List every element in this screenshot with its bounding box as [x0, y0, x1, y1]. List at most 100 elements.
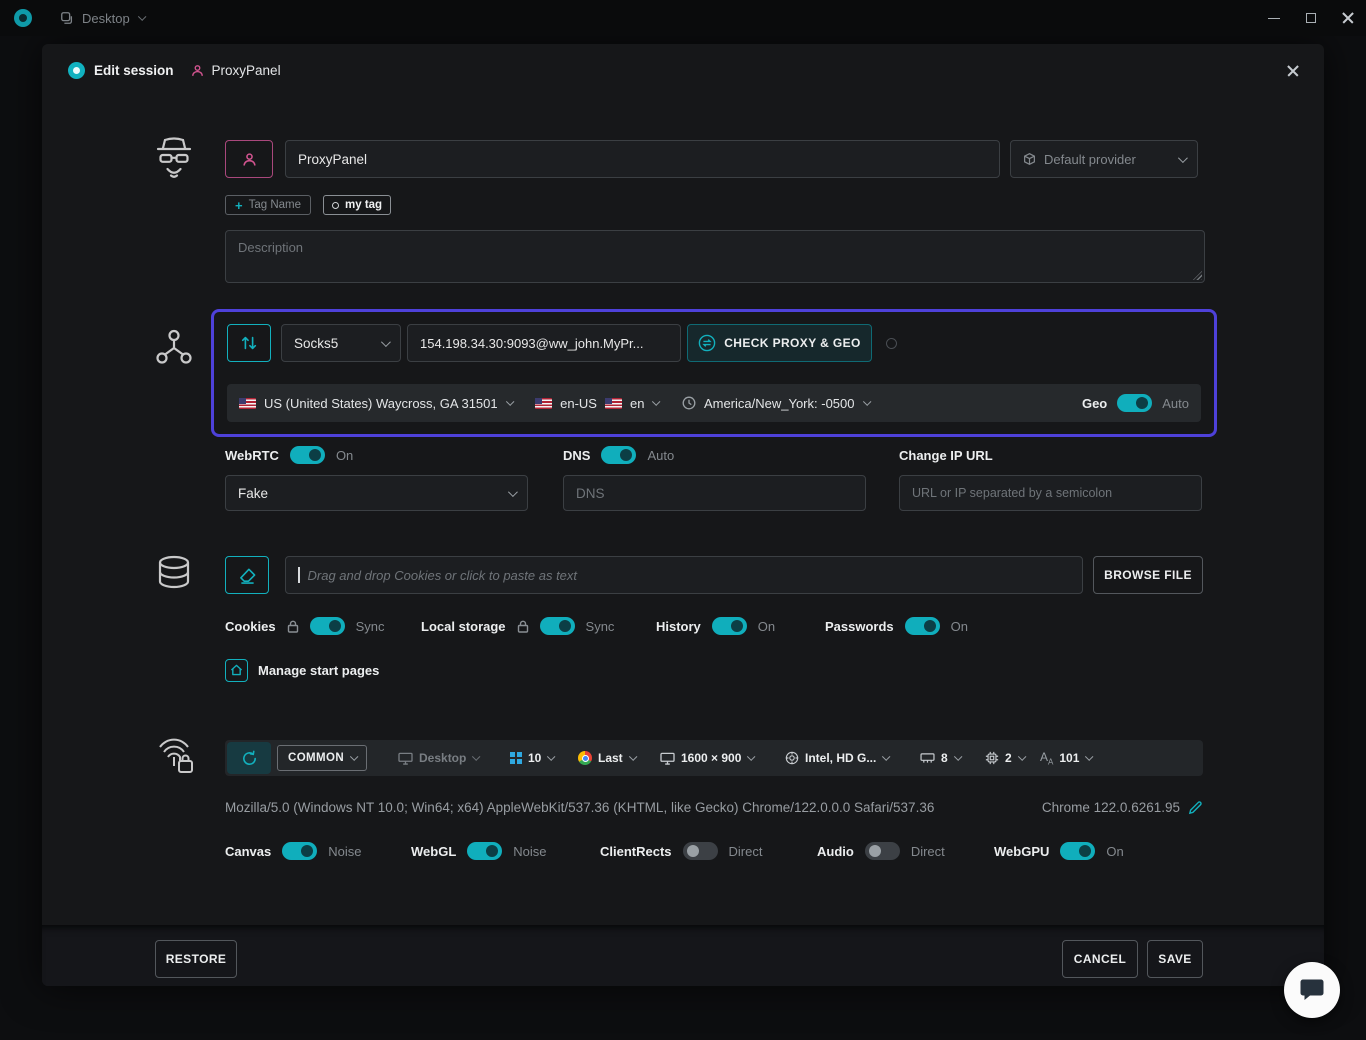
maximize-button[interactable] — [1292, 0, 1329, 36]
lock-icon — [517, 620, 529, 633]
description-field-wrap — [225, 230, 1205, 283]
proxy-network-icon — [154, 328, 194, 371]
canvas-toggle[interactable] — [282, 842, 317, 860]
home-icon — [225, 659, 248, 682]
webrtc-toggle[interactable] — [290, 446, 325, 464]
passwords-label: Passwords — [825, 619, 894, 634]
close-window-button[interactable] — [1329, 0, 1366, 36]
chevron-down-icon — [350, 753, 358, 761]
cancel-button[interactable]: CANCEL — [1062, 940, 1138, 978]
platform-select[interactable]: Desktop — [398, 740, 478, 776]
language-primary-value[interactable]: en-US — [560, 396, 597, 411]
history-toggle[interactable] — [712, 617, 747, 635]
clientrects-label: ClientRects — [600, 844, 672, 859]
browser-build-text: Chrome 122.0.6261.95 — [1042, 800, 1180, 815]
geo-mode: Auto — [1162, 396, 1189, 411]
proxy-type-select[interactable]: Socks5 — [281, 324, 401, 362]
plus-icon: + — [235, 198, 243, 213]
os-version-select[interactable]: 10 — [510, 740, 553, 776]
geo-toggle[interactable] — [1117, 394, 1152, 412]
local-storage-sync-toggle[interactable] — [540, 617, 575, 635]
cookies-state: Sync — [356, 619, 385, 634]
provider-select[interactable]: Default provider — [1010, 140, 1198, 178]
person-icon — [241, 151, 258, 168]
webrtc-mode-select[interactable]: Fake — [225, 475, 528, 511]
manage-start-pages-button[interactable]: Manage start pages — [225, 657, 379, 683]
close-dialog-button[interactable] — [1280, 58, 1306, 84]
screen-resolution-select[interactable]: 1600 × 900 — [660, 740, 753, 776]
ram-value: 8 — [941, 751, 948, 765]
webgpu-state: On — [1106, 844, 1123, 859]
fingerprint-preset-select[interactable]: COMMON — [277, 745, 367, 771]
screen-resolution-value: 1600 × 900 — [681, 751, 741, 765]
dialog-footer: RESTORE CANCEL SAVE — [42, 925, 1324, 986]
support-chat-button[interactable] — [1284, 962, 1340, 1018]
browse-file-button[interactable]: BROWSE FILE — [1093, 556, 1203, 594]
provider-select-value: Default provider — [1044, 152, 1170, 167]
audio-toggle[interactable] — [865, 842, 900, 860]
cookies-drop-field[interactable]: Drag and drop Cookies or click to paste … — [285, 556, 1083, 594]
timezone-select[interactable]: America/New_York: -0500 — [704, 396, 855, 411]
chevron-down-icon — [508, 487, 518, 497]
preset-value: COMMON — [288, 752, 344, 764]
chevron-down-icon — [138, 13, 146, 21]
browser-version-select[interactable]: Last — [578, 740, 634, 776]
webrtc-mode-value: Fake — [238, 486, 500, 501]
font-icon: AA — [1040, 750, 1053, 766]
save-button[interactable]: SAVE — [1147, 940, 1203, 978]
app-logo-icon — [68, 62, 85, 79]
webgl-label: WebGL — [411, 844, 456, 859]
chevron-down-icon — [954, 753, 962, 761]
dns-state: Auto — [647, 448, 674, 463]
chevron-down-icon — [748, 753, 756, 761]
clientrects-toggle[interactable] — [683, 842, 718, 860]
cookies-sync-toggle[interactable] — [310, 617, 345, 635]
passwords-toggle[interactable] — [905, 617, 940, 635]
change-ip-url-input[interactable] — [899, 475, 1202, 511]
windows-icon — [510, 752, 522, 764]
webgl-state: Noise — [513, 844, 546, 859]
tag-chip-label: my tag — [345, 199, 382, 211]
webgpu-toggle[interactable] — [1060, 842, 1095, 860]
proxy-type-value: Socks5 — [294, 336, 373, 351]
proxy-type-toggle-button[interactable] — [227, 324, 271, 362]
us-flag-icon — [605, 398, 622, 409]
us-flag-icon — [535, 398, 552, 409]
cpu-select[interactable]: 2 — [985, 740, 1023, 776]
profile-icon-button[interactable] — [225, 140, 273, 178]
platform-value: Desktop — [419, 751, 466, 765]
history-state: On — [758, 619, 775, 634]
us-flag-icon — [239, 398, 256, 409]
fonts-select[interactable]: AA 101 — [1040, 740, 1091, 776]
language-secondary-value[interactable]: en — [630, 396, 644, 411]
profile-person-icon — [190, 63, 205, 78]
provider-icon — [1023, 152, 1036, 166]
description-textarea[interactable] — [225, 230, 1205, 283]
chevron-down-icon[interactable] — [653, 398, 661, 406]
edit-pencil-icon[interactable] — [1188, 800, 1203, 815]
ram-select[interactable]: 8 — [920, 740, 959, 776]
chevron-down-icon[interactable] — [863, 398, 871, 406]
dns-input[interactable] — [563, 475, 866, 511]
proxy-address-input[interactable] — [407, 324, 681, 362]
chevron-down-icon[interactable] — [506, 398, 514, 406]
gpu-select[interactable]: Intel, HD G... — [785, 740, 888, 776]
user-agent-text: Mozilla/5.0 (Windows NT 10.0; Win64; x64… — [225, 800, 934, 815]
regenerate-fingerprint-button[interactable] — [227, 742, 271, 774]
tag-chip[interactable]: my tag — [323, 195, 391, 215]
chevron-down-icon — [473, 753, 481, 761]
restore-button[interactable]: RESTORE — [155, 940, 237, 978]
cookies-drop-placeholder: Drag and drop Cookies or click to paste … — [308, 568, 578, 583]
add-tag-button[interactable]: + Tag Name — [225, 195, 311, 215]
minimize-button[interactable] — [1255, 0, 1292, 36]
window-titlebar: Desktop — [0, 0, 1366, 36]
monitor-icon — [660, 752, 675, 765]
session-name-input[interactable] — [285, 140, 1000, 178]
close-icon — [1342, 12, 1354, 24]
check-proxy-button[interactable]: CHECK PROXY & GEO — [687, 324, 872, 362]
geo-location-select[interactable]: US (United States) Waycross, GA 31501 — [264, 396, 498, 411]
clear-cookies-button[interactable] — [225, 556, 269, 594]
webgl-toggle[interactable] — [467, 842, 502, 860]
dns-toggle[interactable] — [601, 446, 636, 464]
desktop-menu[interactable]: Desktop — [60, 11, 143, 26]
